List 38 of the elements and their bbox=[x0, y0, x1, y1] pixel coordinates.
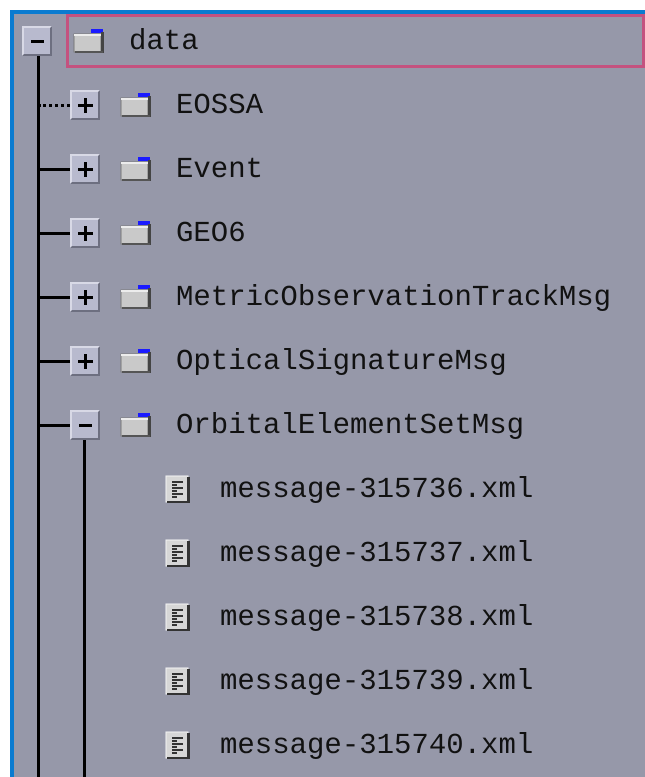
folder-name[interactable]: GEO6 bbox=[176, 218, 246, 248]
file-name[interactable]: message-315737.xml bbox=[220, 538, 534, 568]
expand-toggle[interactable] bbox=[70, 410, 100, 440]
plus-icon bbox=[78, 290, 92, 304]
document-icon bbox=[165, 474, 191, 504]
folder-name[interactable]: OrbitalElementSetMsg bbox=[176, 410, 524, 440]
file-name[interactable]: message-315736.xml bbox=[220, 474, 534, 504]
folder-name[interactable]: EOSSA bbox=[176, 90, 264, 120]
folder-name[interactable]: OpticalSignatureMsg bbox=[176, 346, 507, 376]
minus-icon bbox=[78, 424, 92, 426]
document-icon bbox=[165, 538, 191, 568]
folder-icon bbox=[120, 156, 152, 182]
file-name[interactable]: message-315738.xml bbox=[220, 602, 534, 632]
expand-toggle[interactable] bbox=[70, 154, 100, 184]
folder-icon bbox=[120, 284, 152, 310]
expand-toggle[interactable] bbox=[70, 90, 100, 120]
folder-icon bbox=[120, 92, 152, 118]
document-icon bbox=[165, 666, 191, 696]
folder-icon bbox=[120, 412, 152, 438]
plus-icon bbox=[78, 162, 92, 176]
document-icon bbox=[165, 602, 191, 632]
folder-name[interactable]: MetricObservationTrackMsg bbox=[176, 282, 612, 312]
file-name[interactable]: message-315739.xml bbox=[220, 666, 534, 696]
expand-toggle[interactable] bbox=[22, 26, 52, 56]
folder-name[interactable]: Event bbox=[176, 154, 264, 184]
folder-icon bbox=[120, 220, 152, 246]
folder-name[interactable]: data bbox=[129, 26, 199, 56]
plus-icon bbox=[78, 226, 92, 240]
minus-icon bbox=[30, 40, 44, 42]
plus-icon bbox=[78, 98, 92, 112]
expand-toggle[interactable] bbox=[70, 282, 100, 312]
file-name[interactable]: message-315740.xml bbox=[220, 730, 534, 760]
plus-icon bbox=[78, 354, 92, 368]
document-icon bbox=[165, 730, 191, 760]
expand-toggle[interactable] bbox=[70, 218, 100, 248]
expand-toggle[interactable] bbox=[70, 346, 100, 376]
folder-icon bbox=[73, 28, 105, 54]
folder-icon bbox=[120, 348, 152, 374]
